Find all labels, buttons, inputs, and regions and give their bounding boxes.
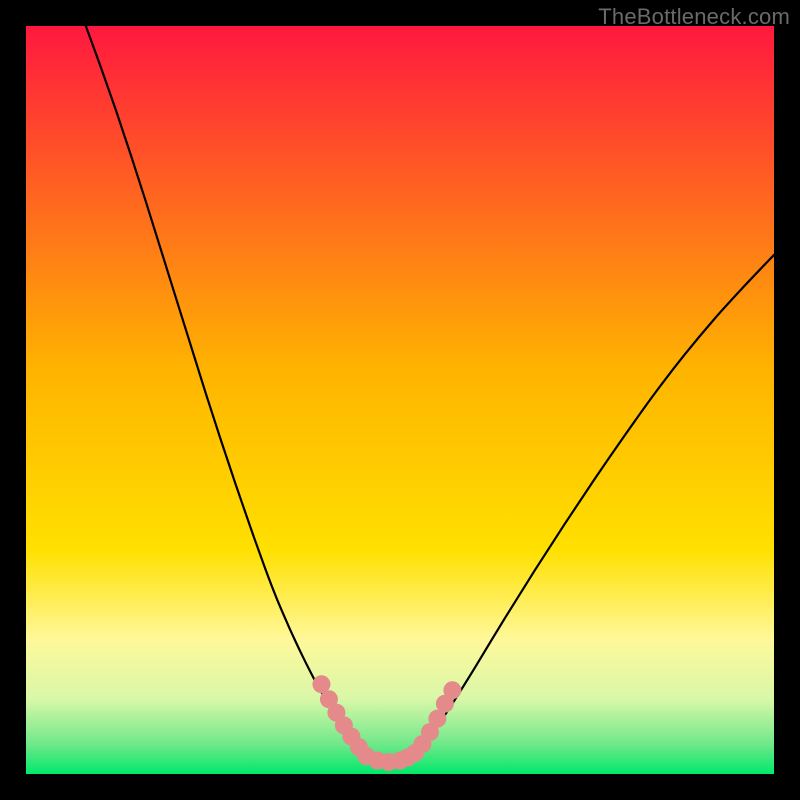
marker-dot: [443, 681, 461, 699]
plot-area: [26, 26, 774, 774]
gradient-bg: [26, 26, 774, 774]
chart-svg: [26, 26, 774, 774]
black-frame: TheBottleneck.com: [0, 0, 800, 800]
